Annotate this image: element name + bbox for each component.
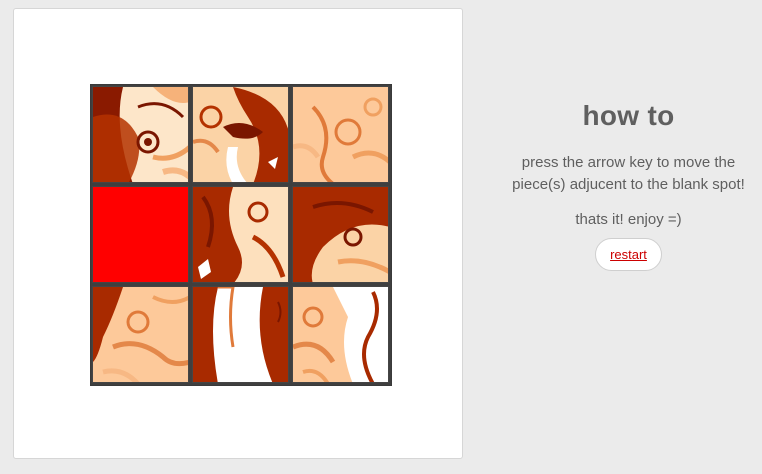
tile-3-illustration [293,87,388,182]
tile-9-illustration [293,287,388,382]
instructions-text: press the arrow key to move the piece(s)… [512,154,745,193]
puzzle-tile-2[interactable] [192,86,289,183]
puzzle-tile-1[interactable] [92,86,189,183]
instructions-panel: how to press the arrow key to move the p… [495,100,762,271]
puzzle-panel [13,8,463,459]
tile-5-illustration [193,187,288,282]
puzzle-tile-7[interactable] [92,286,189,383]
tile-1-illustration [93,87,188,182]
blank-tile [92,186,189,283]
tile-2-illustration [193,87,288,182]
restart-button[interactable]: restart [595,238,662,271]
puzzle-tile-3[interactable] [292,86,389,183]
closing-text: thats it! enjoy =) [575,211,682,228]
puzzle-tile-5[interactable] [192,186,289,283]
tile-7-illustration [93,287,188,382]
tile-8-illustration [193,287,288,382]
puzzle-board [90,84,392,386]
tile-6-illustration [293,187,388,282]
puzzle-tile-6[interactable] [292,186,389,283]
how-to-heading: how to [582,100,675,131]
puzzle-tile-8[interactable] [192,286,289,383]
puzzle-tile-9[interactable] [292,286,389,383]
